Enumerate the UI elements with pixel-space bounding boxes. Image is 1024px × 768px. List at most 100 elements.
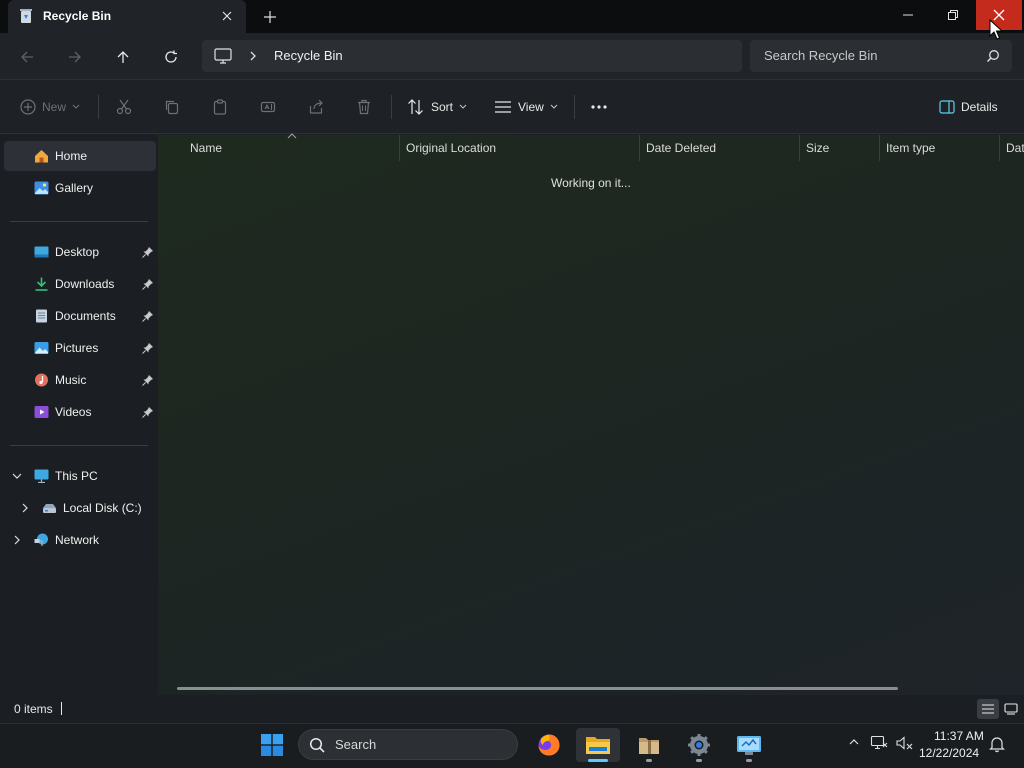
taskbar-search-box[interactable]: Search — [298, 729, 518, 760]
music-icon — [35, 373, 48, 387]
search-placeholder: Search Recycle Bin — [764, 48, 878, 63]
clipboard-icon — [213, 99, 227, 115]
restore-button[interactable] — [930, 0, 976, 30]
sidebar-item-label: Documents — [55, 309, 116, 323]
column-divider[interactable] — [639, 135, 640, 161]
see-more-button[interactable] — [590, 96, 608, 118]
more-icon — [591, 105, 607, 109]
taskbar-app-settings[interactable] — [677, 728, 721, 762]
horizontal-scrollbar[interactable] — [177, 687, 898, 690]
sort-icon — [408, 99, 423, 115]
chevron-down-icon[interactable] — [12, 471, 22, 481]
sidebar-item-videos[interactable]: Videos — [4, 397, 156, 427]
sidebar-item-local-disk[interactable]: Local Disk (C:) — [4, 493, 156, 523]
taskbar-app-firefox[interactable] — [527, 728, 571, 762]
sidebar-item-gallery[interactable]: Gallery — [4, 173, 156, 203]
column-divider[interactable] — [399, 135, 400, 161]
running-app-indicator — [746, 759, 752, 762]
sidebar-item-network[interactable]: Network — [4, 525, 156, 555]
column-divider[interactable] — [879, 135, 880, 161]
clock-time[interactable]: 11:37 AM — [934, 729, 984, 743]
sidebar-item-music[interactable]: Music — [4, 365, 156, 395]
view-button[interactable]: View — [494, 96, 558, 118]
chevron-right-icon[interactable] — [12, 535, 22, 545]
column-header-size[interactable]: Size — [806, 141, 829, 155]
share-button[interactable] — [308, 96, 324, 118]
chevron-down-icon — [459, 104, 467, 109]
new-tab-button[interactable] — [258, 6, 282, 28]
home-icon — [35, 150, 48, 163]
rename-button[interactable] — [260, 96, 276, 118]
column-header-original-location[interactable]: Original Location — [406, 141, 496, 155]
delete-button[interactable] — [356, 96, 372, 118]
column-header-item-type[interactable]: Item type — [886, 141, 935, 155]
column-header-date-deleted[interactable]: Date Deleted — [646, 141, 716, 155]
chevron-right-icon[interactable] — [20, 503, 30, 513]
pin-icon[interactable] — [142, 342, 154, 354]
minimize-icon — [903, 14, 913, 16]
pin-icon[interactable] — [142, 246, 154, 258]
mouse-pointer-icon — [989, 19, 1003, 40]
breadcrumb-recycle-bin[interactable]: Recycle Bin — [274, 48, 343, 63]
taskbar-app-control-panel[interactable] — [727, 728, 771, 762]
archive-folder-icon — [639, 738, 659, 754]
cut-button[interactable] — [116, 96, 132, 118]
address-bar[interactable]: Recycle Bin — [202, 40, 742, 72]
pin-icon[interactable] — [142, 278, 154, 290]
running-app-indicator — [696, 759, 702, 762]
network-status-icon[interactable] — [870, 735, 888, 751]
column-divider[interactable] — [799, 135, 800, 161]
back-button[interactable] — [14, 44, 40, 70]
videos-icon — [34, 406, 49, 418]
tab-recycle-bin[interactable]: Recycle Bin — [8, 0, 246, 33]
sidebar-item-home[interactable]: Home — [4, 141, 156, 171]
sidebar-divider — [10, 445, 148, 446]
minimize-button[interactable] — [885, 0, 931, 30]
plus-circle-icon — [20, 99, 36, 115]
refresh-button[interactable] — [158, 44, 184, 70]
pin-icon[interactable] — [142, 374, 154, 386]
search-icon — [309, 737, 325, 753]
divider — [574, 95, 575, 119]
pin-icon[interactable] — [142, 310, 154, 322]
sidebar-item-downloads[interactable]: Downloads — [4, 269, 156, 299]
control-panel-icon — [737, 736, 761, 755]
up-button[interactable] — [110, 44, 136, 70]
chevron-up-icon[interactable] — [848, 736, 860, 748]
loading-message: Working on it... — [551, 176, 631, 190]
pin-icon[interactable] — [142, 406, 154, 418]
local-disk-icon — [43, 504, 56, 513]
clock-date[interactable]: 12/22/2024 — [919, 746, 979, 760]
large-icons-view-button[interactable] — [1001, 699, 1021, 719]
sidebar-item-pictures[interactable]: Pictures — [4, 333, 156, 363]
sidebar-item-documents[interactable]: Documents — [4, 301, 156, 331]
details-view-button[interactable] — [977, 699, 999, 719]
chevron-right-icon[interactable] — [248, 49, 258, 63]
column-divider[interactable] — [999, 135, 1000, 161]
firefox-icon — [538, 734, 560, 756]
volume-muted-icon[interactable] — [896, 735, 914, 751]
column-header-date-modified[interactable]: Dat — [1006, 141, 1024, 155]
tab-close-button[interactable] — [218, 7, 236, 25]
restore-icon — [948, 10, 958, 20]
forward-button[interactable] — [62, 44, 88, 70]
taskbar-app-archive[interactable] — [627, 728, 671, 762]
new-button[interactable]: New — [20, 96, 80, 118]
search-input[interactable]: Search Recycle Bin — [750, 40, 1012, 72]
sidebar-item-label: Desktop — [55, 245, 100, 259]
taskbar-app-file-explorer[interactable] — [576, 728, 620, 762]
copy-button[interactable] — [164, 96, 180, 118]
column-header-name[interactable]: Name — [190, 141, 222, 155]
sidebar-item-label: Music — [55, 373, 87, 387]
chevron-down-icon — [72, 104, 80, 109]
sidebar-item-desktop[interactable]: Desktop — [4, 237, 156, 267]
paste-button[interactable] — [212, 96, 228, 118]
start-button[interactable] — [258, 731, 286, 759]
trash-icon — [358, 99, 370, 115]
active-app-indicator — [588, 759, 608, 762]
sort-button[interactable]: Sort — [407, 96, 467, 118]
details-pane-button[interactable]: Details — [939, 96, 998, 118]
sidebar-item-this-pc[interactable]: This PC — [4, 461, 156, 491]
notification-bell-icon[interactable] — [988, 735, 1006, 753]
file-list-area[interactable] — [158, 135, 1024, 695]
